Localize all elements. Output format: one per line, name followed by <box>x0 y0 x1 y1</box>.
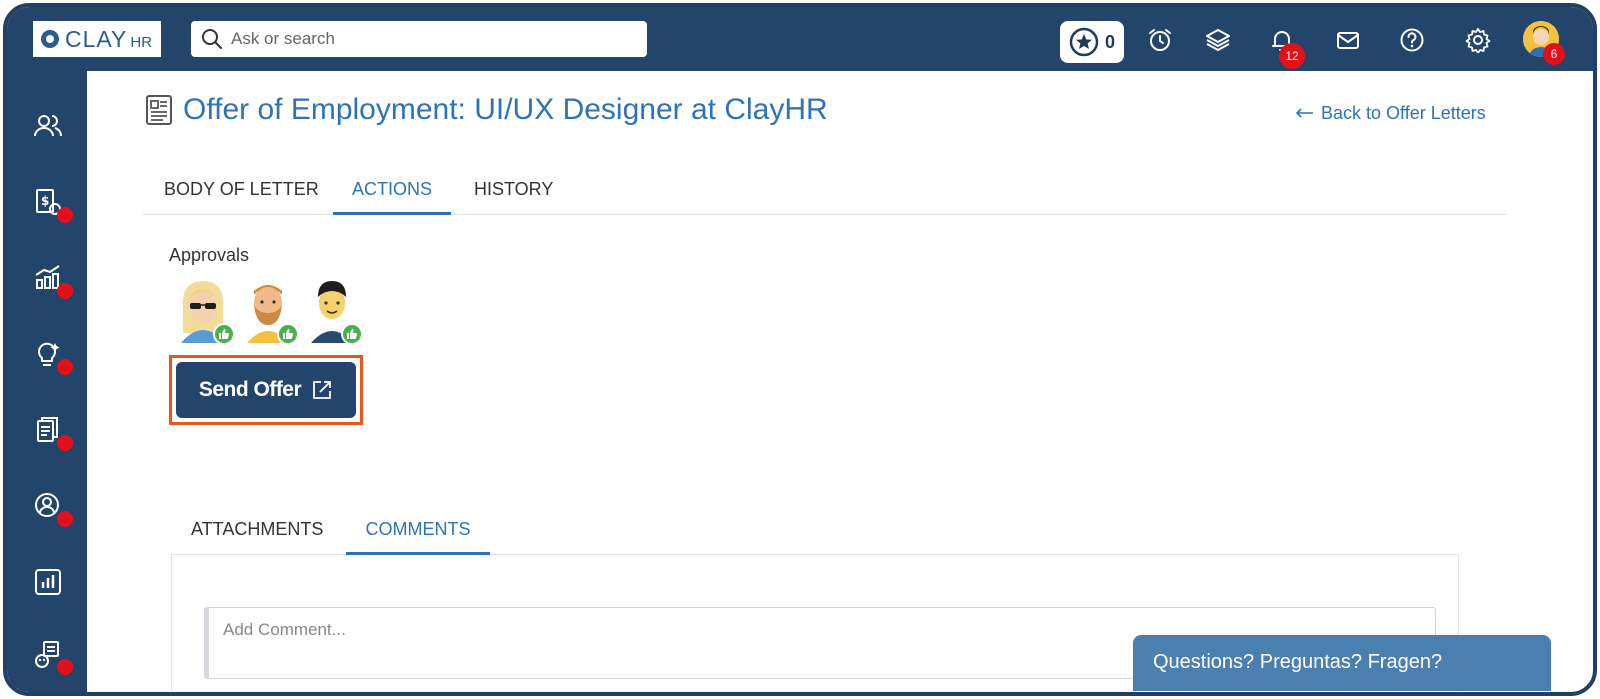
sidebar-item-people[interactable] <box>31 109 65 143</box>
approver-avatar[interactable] <box>303 273 363 345</box>
gear-icon <box>1465 28 1491 53</box>
sidebar-item-reports[interactable] <box>31 565 65 599</box>
approver-avatar[interactable] <box>175 273 235 345</box>
sidebar-item-payroll[interactable]: $ <box>31 185 73 223</box>
alarm-button[interactable] <box>1147 27 1173 53</box>
search-bar[interactable] <box>191 21 647 57</box>
sidebar-alert-dot <box>57 435 73 451</box>
sidebar-item-bot[interactable] <box>31 637 73 675</box>
app-window: CLAY HR 0 <box>3 3 1597 696</box>
svg-text:$: $ <box>41 194 49 208</box>
sidebar: $ <box>7 71 87 692</box>
mail-button[interactable] <box>1335 27 1361 53</box>
top-nav-bar: CLAY HR 0 <box>7 7 1593 71</box>
tab-comments[interactable]: COMMENTS <box>346 519 490 555</box>
attachment-comment-tabs: ATTACHMENTS COMMENTS <box>171 507 1459 555</box>
clayhr-logo[interactable]: CLAY HR <box>33 21 161 57</box>
page-title: Offer of Employment: UI/UX Designer at C… <box>183 93 828 126</box>
star-icon <box>1069 27 1099 57</box>
help-chat-widget[interactable]: Questions? Preguntas? Fragen? <box>1133 635 1551 691</box>
search-input[interactable] <box>231 29 631 49</box>
points-count: 0 <box>1104 31 1115 52</box>
layers-button[interactable] <box>1205 27 1231 53</box>
profile-badge: 6 <box>1543 43 1565 65</box>
logo-mark-icon <box>41 30 59 48</box>
reports-icon <box>35 569 61 595</box>
notifications-button[interactable]: 12 <box>1269 27 1305 69</box>
thumbs-up-icon <box>341 323 363 345</box>
alarm-icon <box>1149 29 1171 51</box>
help-widget-label: Questions? Preguntas? Fragen? <box>1153 651 1443 673</box>
back-to-offer-letters-link[interactable]: Back to Offer Letters <box>1295 103 1486 124</box>
logo-text: CLAY <box>65 25 128 52</box>
sidebar-item-analytics[interactable] <box>31 261 73 299</box>
offer-tabs: BODY OF LETTER ACTIONS HISTORY <box>143 167 1507 215</box>
return-arrow-icon <box>1295 107 1313 118</box>
tab-actions[interactable]: ACTIONS <box>333 179 451 215</box>
layers-icon <box>1206 29 1230 51</box>
sidebar-alert-dot <box>57 511 73 527</box>
logo-text-sub: HR <box>130 33 153 51</box>
tab-history[interactable]: HISTORY <box>474 179 553 215</box>
approvals-label: Approvals <box>169 245 250 265</box>
notifications-badge: 12 <box>1279 43 1305 69</box>
thumbs-up-icon <box>277 323 299 345</box>
send-offer-highlight: Send Offer <box>169 355 363 425</box>
sidebar-item-profile[interactable] <box>31 489 73 527</box>
send-offer-button[interactable]: Send Offer <box>176 362 356 418</box>
approver-avatar[interactable] <box>239 273 299 345</box>
send-offer-label: Send Offer <box>198 378 302 401</box>
external-link-icon <box>313 381 332 399</box>
help-icon <box>1400 28 1424 52</box>
sidebar-alert-dot <box>57 659 73 675</box>
help-button[interactable] <box>1399 27 1425 53</box>
people-icon <box>34 115 62 137</box>
document-icon <box>146 95 172 125</box>
page-header: Offer of Employment: UI/UX Designer at C… <box>145 93 828 127</box>
tab-attachments[interactable]: ATTACHMENTS <box>191 519 323 555</box>
sidebar-alert-dot <box>57 359 73 375</box>
sidebar-alert-dot <box>57 283 73 299</box>
mail-icon <box>1337 32 1359 49</box>
sidebar-item-documents[interactable] <box>31 413 73 451</box>
settings-button[interactable] <box>1465 27 1491 53</box>
search-icon <box>202 29 222 49</box>
sidebar-item-ideas[interactable] <box>31 337 73 375</box>
sidebar-alert-dot <box>57 207 73 223</box>
back-link-label: Back to Offer Letters <box>1321 103 1486 123</box>
points-button[interactable]: 0 <box>1060 21 1124 63</box>
tab-body-of-letter[interactable]: BODY OF LETTER <box>164 179 319 215</box>
thumbs-up-icon <box>213 323 235 345</box>
